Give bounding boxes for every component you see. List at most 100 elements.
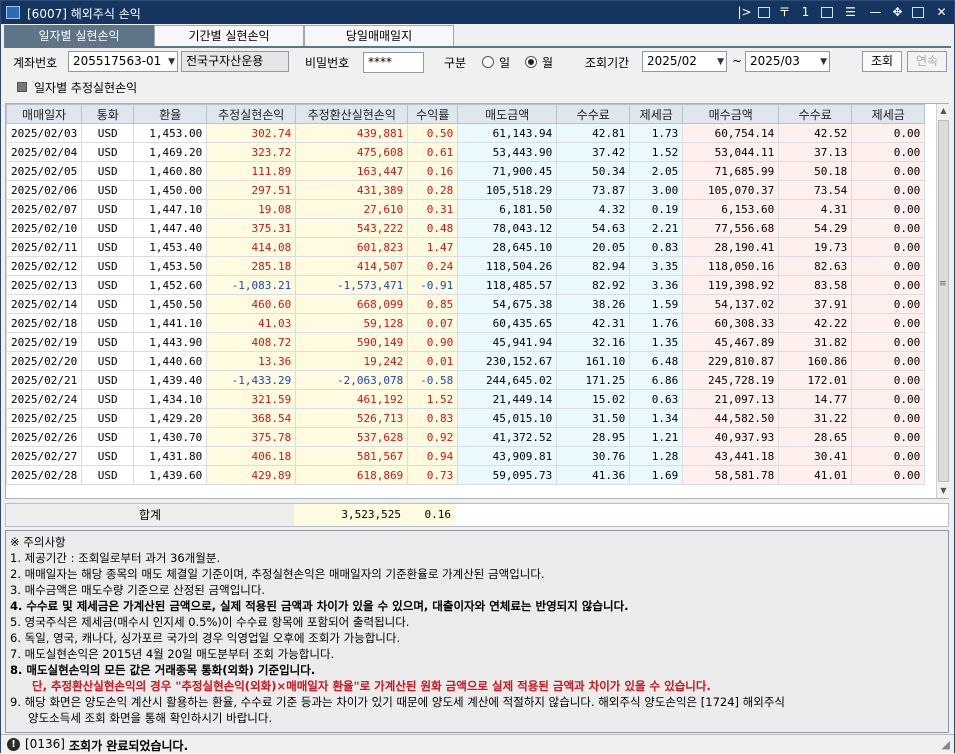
table-cell: 1,439.40 — [133, 370, 208, 390]
table-cell: 1,453.40 — [133, 237, 208, 257]
tab-period-realized[interactable]: 기간별 실현손익 — [154, 25, 304, 47]
results-grid[interactable]: 매매일자 통화 환율 추정실현손익 추정환산실현손익 수익률 매도금액 수수료 제세금 매수금액 수… — [5, 103, 950, 499]
column-header[interactable]: 수익률 — [407, 104, 459, 124]
table-cell: 37.42 — [556, 142, 631, 162]
scroll-down-icon[interactable]: ▼ — [937, 484, 950, 498]
title-bar[interactable]: [6007] 해외주식 손익 |> 〒 1 ☰ — ✥ ✕ — [1, 1, 954, 24]
column-header[interactable]: 매매일자 — [5, 104, 83, 124]
table-cell: 28,190.41 — [682, 237, 780, 257]
column-header[interactable]: 환율 — [133, 104, 208, 124]
table-row[interactable]: 2025/02/05 USD 1,460.80 111.89 163,447 0.16 71… — [5, 161, 926, 181]
table-row[interactable]: 2025/02/19 USD 1,443.90 408.72 590,149 0.90 45… — [5, 332, 926, 352]
column-header[interactable]: 통화 — [81, 104, 135, 124]
pin-icon[interactable] — [758, 7, 770, 18]
close-icon[interactable]: ✕ — [933, 4, 950, 21]
column-header[interactable]: 제세금 — [851, 104, 926, 124]
table-cell: -1,433.29 — [206, 370, 297, 390]
vertical-scrollbar[interactable]: ▲ ≡ ▼ — [936, 104, 950, 498]
table-cell: 1,441.10 — [133, 313, 208, 333]
table-row[interactable]: 2025/02/12 USD 1,453.50 285.18 414,507 0.24 11… — [5, 256, 926, 276]
password-label: 비밀번호 — [305, 56, 350, 70]
table-row[interactable]: 2025/02/26 USD 1,430.70 375.78 537,628 0.92 41… — [5, 427, 926, 447]
radio-day[interactable] — [482, 56, 494, 68]
table-row[interactable]: 2025/02/24 USD 1,434.10 321.59 461,192 1.52 21… — [5, 389, 926, 409]
scroll-thumb[interactable] — [938, 120, 949, 482]
alert-icon: ! — [7, 738, 20, 751]
search-button[interactable]: 조회 — [862, 51, 902, 72]
table-row[interactable]: 2025/02/07 USD 1,447.10 19.08 27,610 0.31 6,18… — [5, 199, 926, 219]
table-cell: 3.36 — [629, 275, 684, 295]
table-cell: 375.31 — [206, 218, 297, 238]
table-row[interactable]: 2025/02/20 USD 1,440.60 13.36 19,242 0.01 230,… — [5, 351, 926, 371]
radio-day-label: 일 — [499, 56, 511, 70]
table-cell: 31.82 — [778, 332, 853, 352]
column-header[interactable]: 제세금 — [629, 104, 684, 124]
table-cell: 543,222 — [295, 218, 409, 238]
account-select[interactable]: 205517563-01 ▼ — [68, 51, 178, 72]
column-header[interactable]: 매도금액 — [457, 104, 558, 124]
table-row[interactable]: 2025/02/14 USD 1,450.50 460.60 668,099 0.85 54… — [5, 294, 926, 314]
column-header[interactable]: 매수금액 — [682, 104, 780, 124]
table-row[interactable]: 2025/02/27 USD 1,431.80 406.18 581,567 0.94 43… — [5, 446, 926, 466]
tab-bar: 일자별 실현손익 기간별 실현손익 당일매매일지 — [4, 25, 464, 47]
note-item: 6. 독일, 영국, 캐나다, 싱가포르 국가의 경우 익영업일 오후에 조회가… — [10, 631, 401, 645]
scroll-up-icon[interactable]: ▲ — [937, 104, 950, 118]
table-row[interactable]: 2025/02/10 USD 1,447.40 375.31 543,222 0.48 78… — [5, 218, 926, 238]
table-row[interactable]: 2025/02/04 USD 1,469.20 323.72 475,608 0.61 53… — [5, 142, 926, 162]
estimate-checkbox[interactable] — [17, 82, 27, 92]
table-cell: 28.65 — [778, 427, 853, 447]
continue-button[interactable]: 연속 — [907, 51, 947, 72]
number-icon[interactable]: 〒 — [776, 4, 793, 21]
period-to-select[interactable]: 2025/03 ▼ — [745, 51, 830, 72]
period-from-select[interactable]: 2025/02 ▼ — [642, 51, 727, 72]
table-cell: 32.16 — [556, 332, 631, 352]
table-cell: 40,937.93 — [682, 427, 780, 447]
table-cell: 41.36 — [556, 465, 631, 485]
table-cell: 229,810.87 — [682, 351, 780, 371]
table-cell: 590,149 — [295, 332, 409, 352]
column-header[interactable]: 추정환산실현손익 — [295, 104, 409, 124]
move-icon[interactable]: ✥ — [889, 4, 906, 21]
column-header[interactable]: 수수료 — [778, 104, 853, 124]
table-row[interactable]: 2025/02/18 USD 1,441.10 41.03 59,128 0.07 60,4… — [5, 313, 926, 333]
table-row[interactable]: 2025/02/28 USD 1,439.60 429.89 618,869 0.73 59… — [5, 465, 926, 485]
column-header[interactable]: 추정실현손익 — [206, 104, 297, 124]
table-cell: 0.90 — [407, 332, 459, 352]
column-header[interactable]: 수수료 — [556, 104, 631, 124]
table-cell: USD — [81, 313, 135, 333]
menu-icon[interactable]: ☰ — [842, 4, 859, 21]
number-one-icon[interactable]: 1 — [797, 4, 814, 21]
table-cell: 0.00 — [851, 161, 926, 181]
radio-month[interactable] — [525, 56, 537, 68]
table-cell: 0.00 — [851, 142, 926, 162]
capture-icon[interactable] — [821, 7, 833, 18]
table-cell: 2025/02/20 — [5, 351, 83, 371]
table-cell: 1.69 — [629, 465, 684, 485]
table-cell: 44,582.50 — [682, 408, 780, 428]
table-cell: USD — [81, 199, 135, 219]
table-cell: 118,050.16 — [682, 256, 780, 276]
password-input[interactable]: **** — [363, 52, 424, 73]
resize-grip-icon[interactable]: ◢ — [942, 738, 950, 751]
table-header-row: 매매일자 통화 환율 추정실현손익 추정환산실현손익 수익률 매도금액 수수료 제세금 매수금액 수… — [5, 104, 926, 124]
table-cell: 60,435.65 — [457, 313, 558, 333]
tab-divider — [4, 46, 951, 48]
tab-daily-journal[interactable]: 당일매매일지 — [304, 25, 454, 47]
table-cell: -0.58 — [407, 370, 459, 390]
table-cell: 60,308.33 — [682, 313, 780, 333]
table-row[interactable]: 2025/02/21 USD 1,439.40 -1,433.29 -2,063,078… — [5, 370, 926, 390]
table-row[interactable]: 2025/02/25 USD 1,429.20 368.54 526,713 0.83 45… — [5, 408, 926, 428]
tab-daily-realized[interactable]: 일자별 실현손익 — [4, 25, 154, 47]
table-cell: 78,043.12 — [457, 218, 558, 238]
table-cell: 0.94 — [407, 446, 459, 466]
table-row[interactable]: 2025/02/13 USD 1,452.60 -1,083.21 -1,573,471… — [5, 275, 926, 295]
table-row[interactable]: 2025/02/06 USD 1,450.00 297.51 431,389 0.28 10… — [5, 180, 926, 200]
table-row[interactable]: 2025/02/11 USD 1,453.40 414.08 601,823 1.47 28… — [5, 237, 926, 257]
table-cell: 14.77 — [778, 389, 853, 409]
table-cell: 59,128 — [295, 313, 409, 333]
pipe-arrow-icon[interactable]: |> — [736, 4, 753, 21]
maximize-icon[interactable] — [912, 7, 924, 18]
minimize-icon[interactable]: — — [867, 4, 884, 21]
table-row[interactable]: 2025/02/03 USD 1,453.00 302.74 439,881 0.50 61… — [5, 123, 926, 143]
chevron-down-icon: ▼ — [717, 57, 724, 67]
